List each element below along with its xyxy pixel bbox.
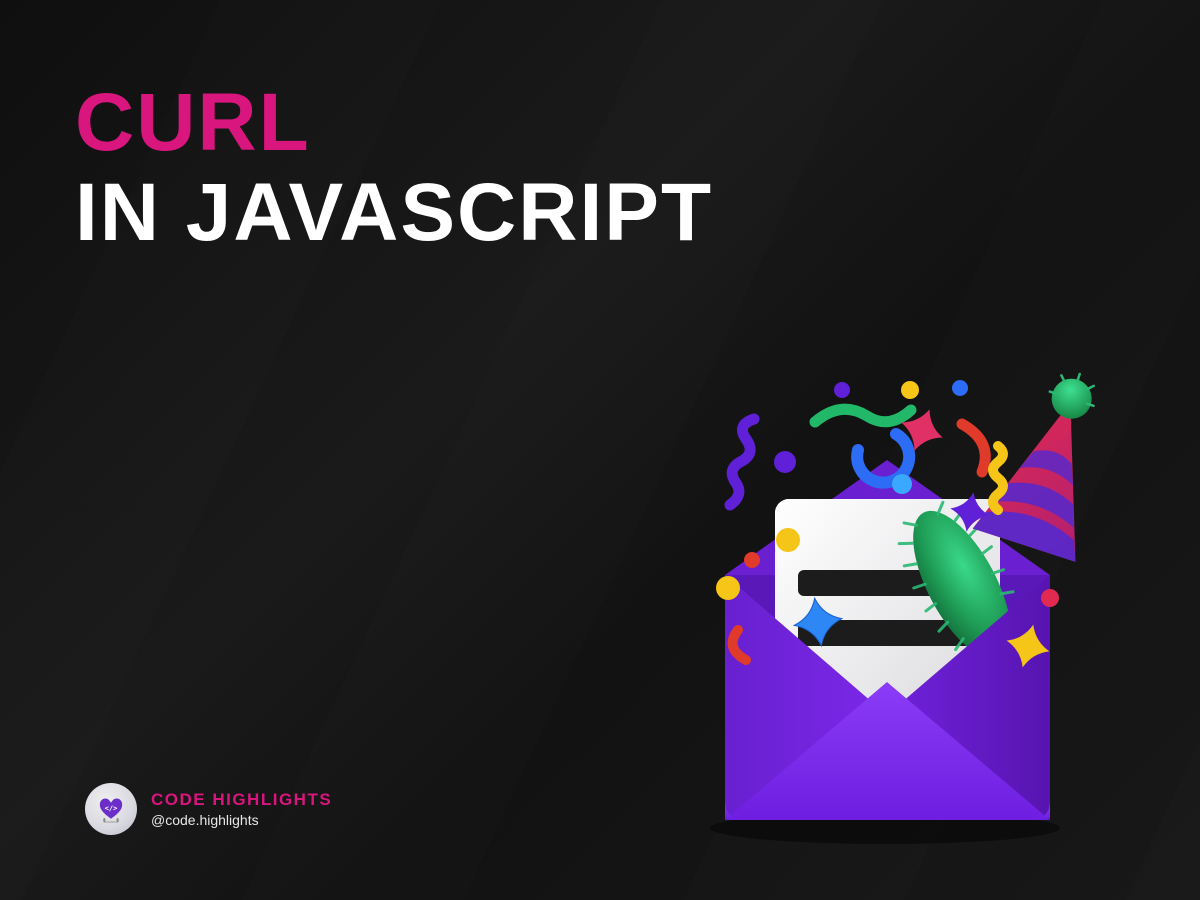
- title-block: CURL IN JAVASCRIPT: [75, 80, 713, 256]
- title-line-1: CURL: [75, 80, 713, 166]
- svg-text:</>: </>: [105, 804, 118, 812]
- brand-name: CODE HIGHLIGHTS: [151, 790, 332, 810]
- title-line-2: IN JAVASCRIPT: [75, 170, 713, 256]
- envelope-confetti-celebration-icon: [610, 330, 1130, 850]
- avatar-heart-code-icon: </>: [97, 795, 125, 823]
- brand-text: CODE HIGHLIGHTS @code.highlights: [151, 790, 332, 828]
- avatar: </>: [85, 783, 137, 835]
- brand-handle: @code.highlights: [151, 812, 332, 828]
- brand-footer: </> CODE HIGHLIGHTS @code.highlights: [85, 783, 332, 835]
